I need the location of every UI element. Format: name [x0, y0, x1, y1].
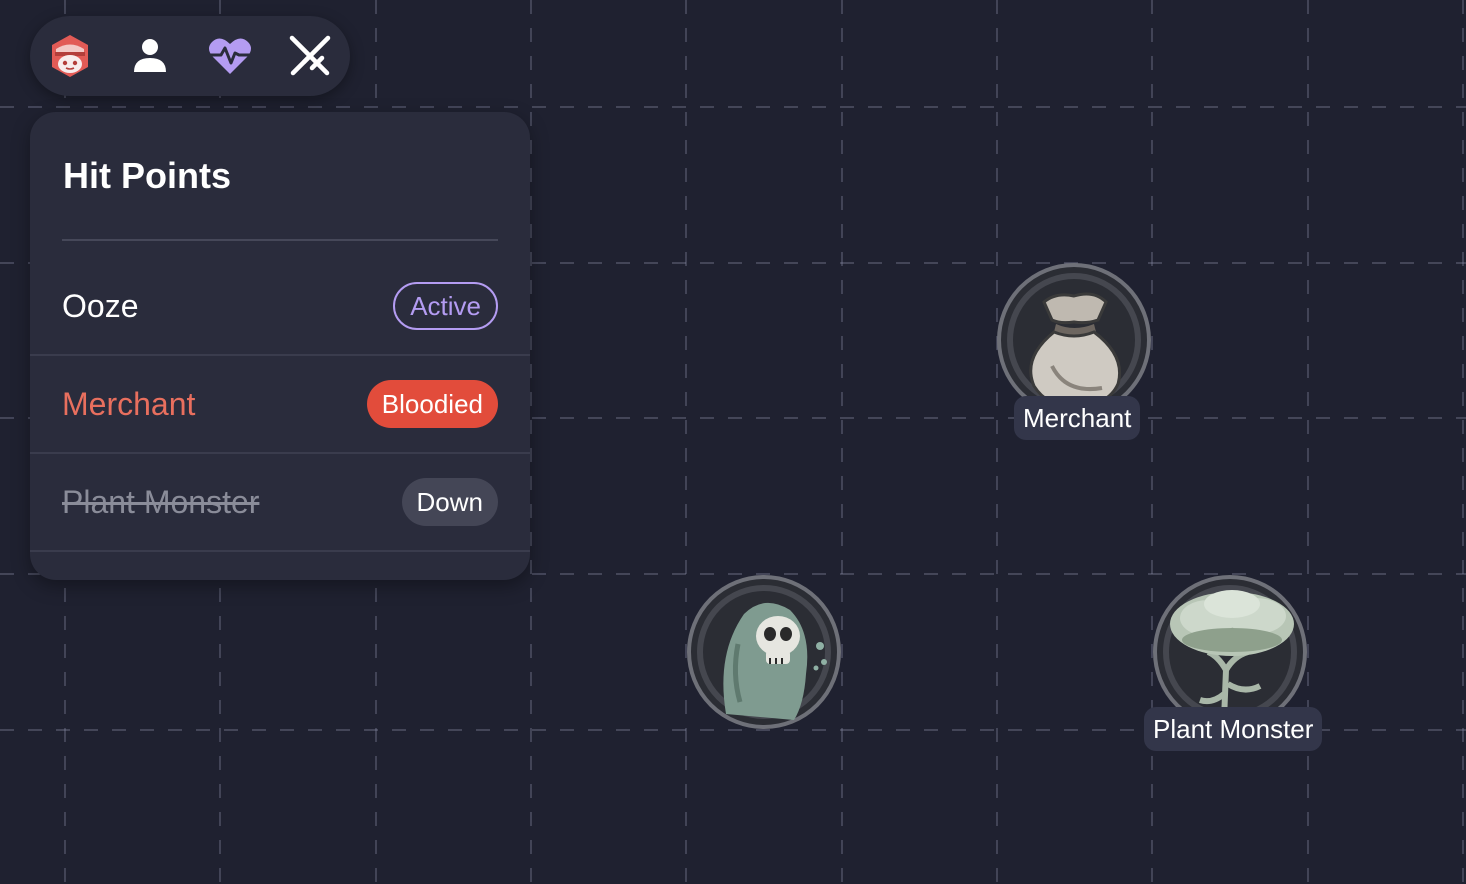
tool-combat[interactable]	[286, 32, 334, 80]
heart-pulse-icon	[209, 38, 251, 74]
hit-points-panel: Hit Points Ooze Active Merchant Bloodied…	[30, 112, 530, 580]
person-icon	[134, 39, 166, 72]
row-name: Merchant	[62, 386, 196, 422]
panel-title: Hit Points	[63, 155, 231, 196]
title-divider	[62, 239, 498, 241]
tool-hit-points[interactable]	[206, 32, 254, 80]
toolbar	[30, 16, 350, 96]
status-badge-active[interactable]: Active	[393, 282, 498, 330]
ghost-skull-icon	[687, 575, 841, 729]
status-badge-bloodied[interactable]: Bloodied	[366, 380, 498, 428]
hp-row-merchant[interactable]: Merchant Bloodied	[30, 356, 530, 454]
hp-row-ooze[interactable]: Ooze Active	[30, 258, 530, 356]
money-bag-icon	[997, 263, 1151, 417]
tool-mascot[interactable]	[46, 32, 94, 80]
merchant-token[interactable]	[996, 262, 1152, 418]
row-name: Plant Monster	[62, 484, 260, 520]
hp-row-plant-monster[interactable]: Plant Monster Down	[30, 454, 530, 552]
plant-monster-token-label: Plant Monster	[1144, 707, 1323, 751]
tool-player[interactable]	[126, 32, 174, 80]
red-mascot-icon	[52, 35, 88, 77]
merchant-token-label: Merchant	[1014, 396, 1141, 440]
row-name: Ooze	[62, 288, 139, 324]
status-badge-down[interactable]: Down	[401, 478, 498, 526]
ooze-token[interactable]	[686, 574, 842, 730]
crossed-swords-icon	[289, 35, 331, 76]
